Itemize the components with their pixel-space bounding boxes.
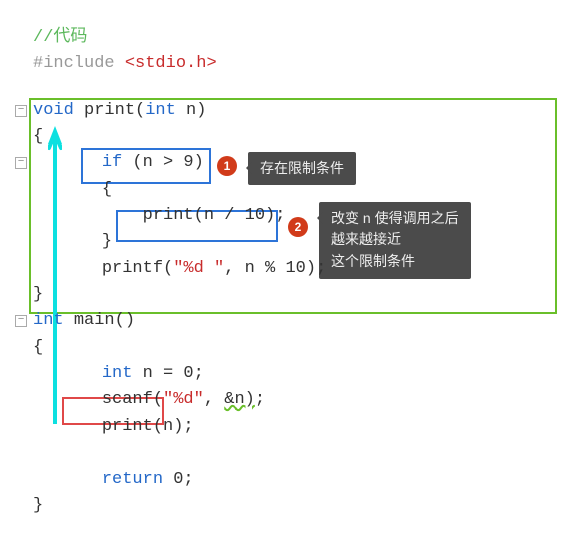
code-row: int n = 0; xyxy=(61,361,568,387)
code-row: return 0; xyxy=(61,467,568,493)
code-row: scanf("%d", &n); xyxy=(61,387,568,413)
brace: } xyxy=(33,496,43,515)
brace: { xyxy=(33,127,43,146)
condition: (n > 9) xyxy=(132,153,203,172)
code-block: 1 2 存在限制条件 改变 n 使得调用之后 越来越接近 这个限制条件 − vo… xyxy=(15,98,568,520)
include-line: #include <stdio.h> xyxy=(33,51,568,77)
recursive-call: print(n / 10); xyxy=(143,206,286,225)
angle-open: < xyxy=(125,54,135,73)
paren: ( xyxy=(135,101,145,120)
if-keyword: if xyxy=(102,153,133,172)
return-stmt: return 0; xyxy=(102,470,194,489)
call-print: print(n); xyxy=(102,417,194,436)
code-row xyxy=(61,440,568,466)
func-name: main() xyxy=(74,311,135,330)
code-row: } xyxy=(33,282,568,308)
type-keyword: int xyxy=(102,364,143,383)
args-rest: , n % 10); xyxy=(224,259,326,278)
scanf-call: scanf( xyxy=(102,390,163,409)
code-row: print(n); xyxy=(61,414,568,440)
angle-close: > xyxy=(206,54,216,73)
string-literal: "%d " xyxy=(173,259,224,278)
var-decl: n = 0; xyxy=(143,364,204,383)
param-name: n xyxy=(186,101,196,120)
comma: , xyxy=(204,390,224,409)
semicolon: ; xyxy=(255,390,265,409)
code-row: } xyxy=(33,493,568,519)
type-keyword: int xyxy=(33,311,74,330)
fold-minus-icon[interactable]: − xyxy=(15,315,27,327)
code-row: { xyxy=(33,335,568,361)
printf-call: printf( xyxy=(102,259,173,278)
code-row: − void print(int n) xyxy=(15,98,568,124)
code-row: − int main() xyxy=(15,308,568,334)
code-comment: //代码 xyxy=(33,28,87,47)
string-literal: "%d" xyxy=(163,390,204,409)
brace: } xyxy=(102,232,112,251)
func-name: print xyxy=(84,101,135,120)
paren: ) xyxy=(196,101,206,120)
code-row: } xyxy=(61,229,568,255)
brace: { xyxy=(102,180,112,199)
code-row: { xyxy=(61,177,568,203)
code-row: print(n / 10); xyxy=(61,203,568,229)
type-keyword: void xyxy=(33,101,84,120)
type-keyword: int xyxy=(145,101,186,120)
code-row: { xyxy=(33,124,568,150)
wavy-underline: &n) xyxy=(224,390,255,409)
code-row: − if (n > 9) xyxy=(15,150,568,176)
brace: { xyxy=(33,338,43,357)
fold-minus-icon[interactable]: − xyxy=(15,105,27,117)
include-keyword: #include xyxy=(33,54,125,73)
fold-minus-icon[interactable]: − xyxy=(15,157,27,169)
code-row: printf("%d ", n % 10); xyxy=(61,256,568,282)
comment-line: //代码 xyxy=(33,25,568,51)
header-name: stdio.h xyxy=(135,54,206,73)
brace: } xyxy=(33,285,43,304)
